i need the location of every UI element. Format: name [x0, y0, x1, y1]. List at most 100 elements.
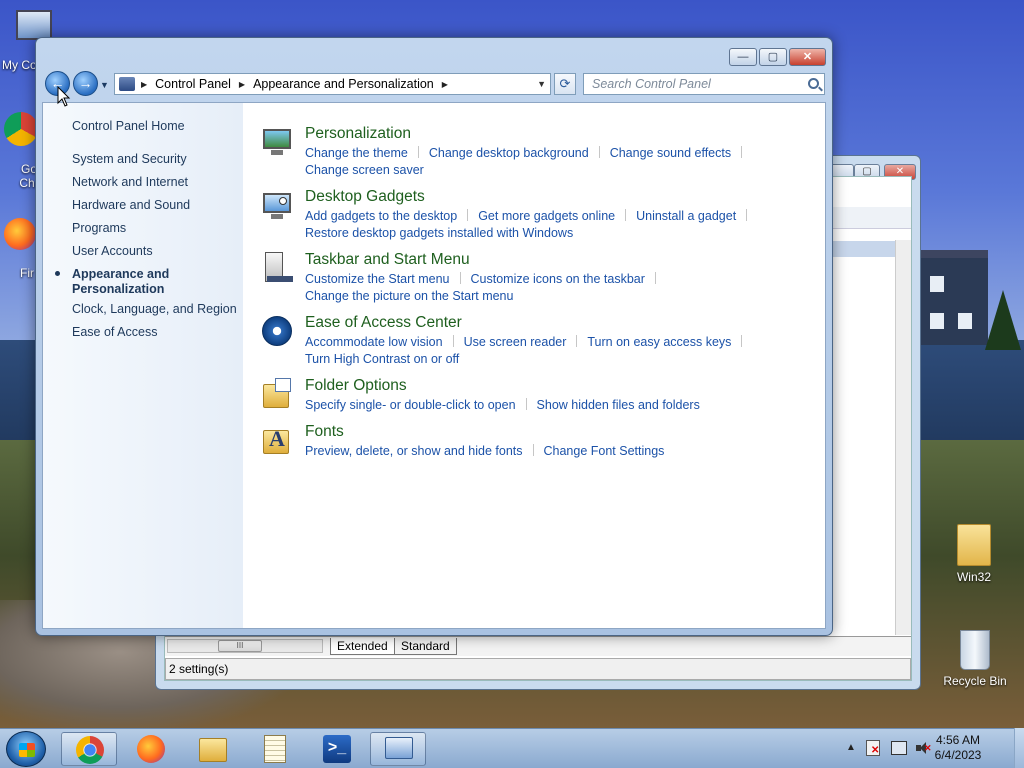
wallpaper-house: [918, 250, 988, 345]
desktop-icon-win32[interactable]: Win32: [942, 524, 1006, 584]
start-button[interactable]: [6, 731, 46, 767]
volume-muted-icon[interactable]: ✕: [916, 741, 932, 755]
separator: [532, 444, 534, 456]
back-status-bar: 2 setting(s): [165, 658, 911, 680]
sidebar-item-programs[interactable]: Programs: [72, 221, 126, 235]
clock-time: 4:56 AM: [935, 733, 981, 747]
separator: [746, 209, 748, 221]
link-add-gadgets[interactable]: Add gadgets to the desktop: [305, 209, 457, 223]
taskbar: >_ ▲ ✕ ✕: [0, 728, 1024, 768]
taskbar-clock[interactable]: 4:56 AM 6/4/2023: [930, 733, 986, 763]
taskbar-explorer[interactable]: [185, 732, 241, 766]
category-links: Accommodate low vision Use screen reader T…: [305, 334, 775, 368]
action-center-icon[interactable]: ✕: [866, 740, 880, 756]
refresh-button[interactable]: ⟳: [554, 73, 576, 95]
link-low-vision[interactable]: Accommodate low vision: [305, 335, 443, 349]
category-title[interactable]: Folder Options: [305, 377, 407, 395]
link-change-theme[interactable]: Change the theme: [305, 146, 408, 160]
category-title[interactable]: Ease of Access Center: [305, 314, 462, 332]
link-uninstall-gadget[interactable]: Uninstall a gadget: [636, 209, 736, 223]
sidebar-item-system-security[interactable]: System and Security: [72, 152, 187, 166]
link-start-picture[interactable]: Change the picture on the Start menu: [305, 289, 513, 303]
back-vertical-scrollbar[interactable]: [895, 240, 911, 635]
sidebar-item-user-accounts[interactable]: User Accounts: [72, 244, 153, 258]
desktop-icon-recycle-bin[interactable]: Recycle Bin: [942, 630, 1008, 688]
separator: [654, 272, 656, 284]
sidebar-item-home[interactable]: Control Panel Home: [72, 119, 185, 133]
control-panel-window[interactable]: — ▢ ✕ ← → ▼ ▶ Control Panel ▶ Appearance…: [35, 37, 833, 636]
control-panel-icon: [119, 77, 135, 91]
mouse-cursor-icon: [57, 86, 71, 107]
breadcrumb-appearance[interactable]: Appearance and Personalization: [253, 77, 434, 91]
wallpaper-tree: [985, 290, 1021, 350]
address-dropdown-icon[interactable]: ▼: [537, 79, 546, 89]
gadgets-icon[interactable]: [261, 189, 293, 221]
fonts-icon[interactable]: A: [261, 424, 293, 456]
network-icon[interactable]: [891, 741, 907, 755]
link-sound-effects[interactable]: Change sound effects: [610, 146, 731, 160]
taskbar-chrome[interactable]: [61, 732, 117, 766]
tab-standard[interactable]: Standard: [394, 638, 457, 655]
address-bar[interactable]: ▶ Control Panel ▶ Appearance and Persona…: [114, 73, 551, 95]
link-hidden-files[interactable]: Show hidden files and folders: [537, 398, 700, 412]
link-screen-reader[interactable]: Use screen reader: [464, 335, 567, 349]
tab-extended[interactable]: Extended: [330, 638, 395, 655]
separator: [576, 335, 578, 347]
minimize-button[interactable]: —: [729, 48, 757, 66]
link-customize-taskbar-icons[interactable]: Customize icons on the taskbar: [471, 272, 645, 286]
category-title[interactable]: Desktop Gadgets: [305, 188, 425, 206]
separator: [467, 209, 469, 221]
forward-button[interactable]: →: [73, 71, 98, 96]
personalization-icon[interactable]: [261, 126, 293, 158]
recycle-bin-icon: [960, 630, 990, 670]
link-restore-gadgets[interactable]: Restore desktop gadgets installed with W…: [305, 226, 573, 240]
ease-of-access-icon[interactable]: [261, 315, 293, 347]
show-desktop-button[interactable]: [1014, 728, 1024, 768]
firefox-icon: [137, 735, 165, 763]
search-icon[interactable]: [808, 78, 819, 89]
sidebar-item-network[interactable]: Network and Internet: [72, 175, 188, 189]
sidebar-item-clock-region[interactable]: Clock, Language, and Region: [72, 302, 237, 316]
link-screen-saver[interactable]: Change screen saver: [305, 163, 424, 177]
show-hidden-icons-button[interactable]: ▲: [846, 742, 856, 753]
close-button[interactable]: ✕: [789, 48, 826, 66]
taskbar-icon[interactable]: [261, 252, 293, 284]
link-customize-start[interactable]: Customize the Start menu: [305, 272, 450, 286]
taskbar-powershell[interactable]: >_: [309, 732, 365, 766]
recent-pages-dropdown[interactable]: ▼: [100, 80, 109, 90]
maximize-button[interactable]: ▢: [759, 48, 787, 66]
taskbar-firefox[interactable]: [123, 732, 179, 766]
category-title[interactable]: Personalization: [305, 125, 411, 143]
back-scroll-thumb[interactable]: III: [218, 640, 262, 652]
content-area: Control Panel Home System and Security N…: [42, 102, 826, 629]
taskbar-notepad[interactable]: [247, 732, 303, 766]
separator: [417, 146, 419, 158]
link-gadgets-online[interactable]: Get more gadgets online: [478, 209, 615, 223]
chevron-right-icon[interactable]: ▶: [239, 80, 245, 89]
link-desktop-background[interactable]: Change desktop background: [429, 146, 589, 160]
link-high-contrast[interactable]: Turn High Contrast on or off: [305, 352, 459, 366]
category-links: Specify single- or double-click to open S…: [305, 397, 775, 414]
link-font-settings[interactable]: Change Font Settings: [544, 444, 665, 458]
taskbar-control-panel[interactable]: [370, 732, 426, 766]
active-bullet-icon: [55, 271, 60, 276]
category-links: Customize the Start menu Customize icons …: [305, 271, 775, 305]
chevron-right-icon[interactable]: ▶: [442, 80, 448, 89]
link-easy-access-keys[interactable]: Turn on easy access keys: [587, 335, 731, 349]
separator: [459, 272, 461, 284]
chevron-right-icon[interactable]: ▶: [141, 80, 147, 89]
link-preview-fonts[interactable]: Preview, delete, or show and hide fonts: [305, 444, 523, 458]
status-text: 2 setting(s): [169, 662, 229, 676]
chrome-icon: [76, 736, 104, 764]
link-single-double-click[interactable]: Specify single- or double-click to open: [305, 398, 516, 412]
sidebar-item-hardware[interactable]: Hardware and Sound: [72, 198, 190, 212]
breadcrumb-control-panel[interactable]: Control Panel: [155, 77, 231, 91]
folder-options-icon[interactable]: [261, 378, 293, 410]
category-links: Preview, delete, or show and hide fonts C…: [305, 443, 775, 460]
category-title[interactable]: Fonts: [305, 423, 344, 441]
category-title[interactable]: Taskbar and Start Menu: [305, 251, 470, 269]
separator: [625, 209, 627, 221]
search-input[interactable]: Search Control Panel: [583, 73, 825, 95]
sidebar-item-ease-of-access[interactable]: Ease of Access: [72, 325, 157, 339]
folder-icon: [199, 738, 227, 762]
